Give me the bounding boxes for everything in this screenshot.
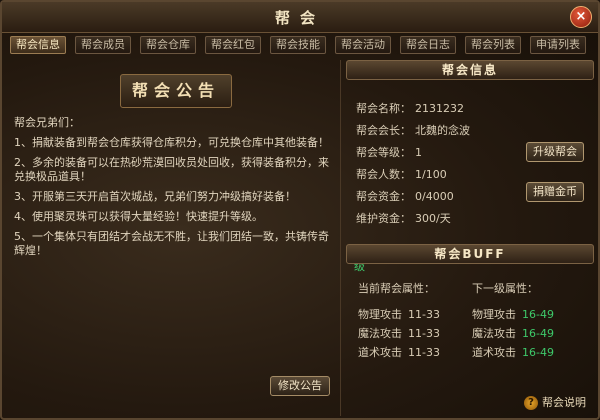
guild-members-label: 帮会人数： <box>356 168 411 181</box>
buff-value: 11-33 <box>408 308 440 321</box>
panel-divider <box>340 60 341 416</box>
guild-name-row: 帮会名称： 2131232 <box>356 100 464 116</box>
buff-row: 道术攻击 16-49 <box>472 344 582 360</box>
notice-body: 帮会兄弟们： 1、捐献装备到帮会仓库获得仓库积分，可兑换仓库中其他装备！ 2、多… <box>14 116 334 264</box>
guild-level-value: 1 <box>415 146 422 159</box>
buff-value: 16-49 <box>522 308 554 321</box>
guild-info-header: 帮会信息 <box>346 60 594 80</box>
next-buff-header: 下一级属性： <box>472 282 538 295</box>
tab-guild-events[interactable]: 帮会活动 <box>335 36 391 54</box>
notice-line: 1、捐献装备到帮会仓库获得仓库积分，可兑换仓库中其他装备！ <box>14 136 329 149</box>
buff-label: 道术攻击 <box>358 346 402 359</box>
guild-maintenance-label: 维护资金： <box>356 212 411 225</box>
notice-line: 5、一个集体只有团结才会战无不胜，让我们团结一致，共铸传奇辉煌！ <box>14 230 329 257</box>
notice-title: 帮会公告 <box>120 74 232 108</box>
tab-apply-list[interactable]: 申请列表 <box>530 36 586 54</box>
guild-level-label: 帮会等级： <box>356 146 411 159</box>
tab-guild-members[interactable]: 帮会成员 <box>75 36 131 54</box>
buff-label: 魔法攻击 <box>358 327 402 340</box>
title-bar: 帮会 × <box>2 2 598 33</box>
buff-row: 道术攻击 11-33 <box>358 344 468 360</box>
buff-row: 物理攻击 11-33 <box>358 306 468 322</box>
next-buff-column: 下一级属性： 物理攻击 16-49 魔法攻击 16-49 道术攻击 16-49 <box>472 280 582 363</box>
tab-guild-red-packet[interactable]: 帮会红包 <box>205 36 261 54</box>
guild-members-row: 帮会人数： 1/100 <box>356 166 447 182</box>
guild-leader-row: 帮会会长： 北魏的念波 <box>356 122 470 138</box>
buff-value: 11-33 <box>408 346 440 359</box>
guild-members-value: 1/100 <box>415 168 447 181</box>
notice-line: 2、多余的装备可以在热砂荒漠回收员处回收，获得装备积分，来兑换极品道具！ <box>14 156 329 183</box>
tab-guild-log[interactable]: 帮会日志 <box>400 36 456 54</box>
donate-gold-button[interactable]: 捐赠金币 <box>526 182 584 202</box>
buff-label: 物理攻击 <box>472 308 516 321</box>
guild-leader-value: 北魏的念波 <box>415 124 470 137</box>
buff-row: 魔法攻击 11-33 <box>358 325 468 341</box>
buff-row: 魔法攻击 16-49 <box>472 325 582 341</box>
tab-guild-list[interactable]: 帮会列表 <box>465 36 521 54</box>
guild-leader-label: 帮会会长： <box>356 124 411 137</box>
buff-label: 道术攻击 <box>472 346 516 359</box>
tab-guild-skills[interactable]: 帮会技能 <box>270 36 326 54</box>
guild-buff-panel: 当前帮会属性： 物理攻击 11-33 魔法攻击 11-33 道术攻击 11-33 下一… <box>346 266 594 386</box>
buff-value: 11-33 <box>408 327 440 340</box>
tab-bar: 帮会信息 帮会成员 帮会仓库 帮会红包 帮会技能 帮会活动 帮会日志 帮会列表 … <box>10 36 594 56</box>
question-icon: ? <box>524 396 538 410</box>
guild-window: 帮会 × 帮会信息 帮会成员 帮会仓库 帮会红包 帮会技能 帮会活动 帮会日志 … <box>0 0 600 420</box>
guild-maintenance-value: 300/天 <box>415 212 451 225</box>
window-title: 帮会 <box>274 9 325 27</box>
guild-maintenance-row: 维护资金： 300/天 <box>356 210 451 226</box>
upgrade-guild-button[interactable]: 升级帮会 <box>526 142 584 162</box>
buff-row: 物理攻击 16-49 <box>472 306 582 322</box>
guild-name-value: 2131232 <box>415 102 464 115</box>
guild-funds-value: 0/4000 <box>415 190 454 203</box>
notice-panel: 帮会公告 帮会兄弟们： 1、捐献装备到帮会仓库获得仓库积分，可兑换仓库中其他装备… <box>8 60 338 416</box>
tab-guild-warehouse[interactable]: 帮会仓库 <box>140 36 196 54</box>
guild-buff-header: 帮会BUFF <box>346 244 594 264</box>
tab-guild-info[interactable]: 帮会信息 <box>10 36 66 54</box>
notice-line: 4、使用聚灵珠可以获得大量经验！快速提升等级。 <box>14 210 263 223</box>
buff-value: 16-49 <box>522 346 554 359</box>
guild-funds-row: 帮会资金： 0/4000 <box>356 188 454 204</box>
guild-info-panel: 帮会名称： 2131232 帮会会长： 北魏的念波 帮会等级： 1 帮会人数： 1/10… <box>346 82 594 273</box>
buff-label: 魔法攻击 <box>472 327 516 340</box>
guild-level-row: 帮会等级： 1 <box>356 144 422 160</box>
notice-line: 帮会兄弟们： <box>14 116 80 129</box>
guild-funds-label: 帮会资金： <box>356 190 411 203</box>
notice-line: 3、开服第三天开启首次城战，兄弟们努力冲级搞好装备！ <box>14 190 296 203</box>
buff-label: 物理攻击 <box>358 308 402 321</box>
guild-help-label: 帮会说明 <box>542 396 586 409</box>
guild-name-label: 帮会名称： <box>356 102 411 115</box>
info-side: 帮会信息 帮会名称： 2131232 帮会会长： 北魏的念波 帮会等级： 1 帮会人数… <box>346 60 594 416</box>
current-buff-header: 当前帮会属性： <box>358 282 435 295</box>
edit-notice-button[interactable]: 修改公告 <box>270 376 330 396</box>
guild-help-link[interactable]: ? 帮会说明 <box>524 394 586 410</box>
buff-value: 16-49 <box>522 327 554 340</box>
close-icon[interactable]: × <box>570 6 592 28</box>
current-buff-column: 当前帮会属性： 物理攻击 11-33 魔法攻击 11-33 道术攻击 11-33 <box>358 280 468 363</box>
